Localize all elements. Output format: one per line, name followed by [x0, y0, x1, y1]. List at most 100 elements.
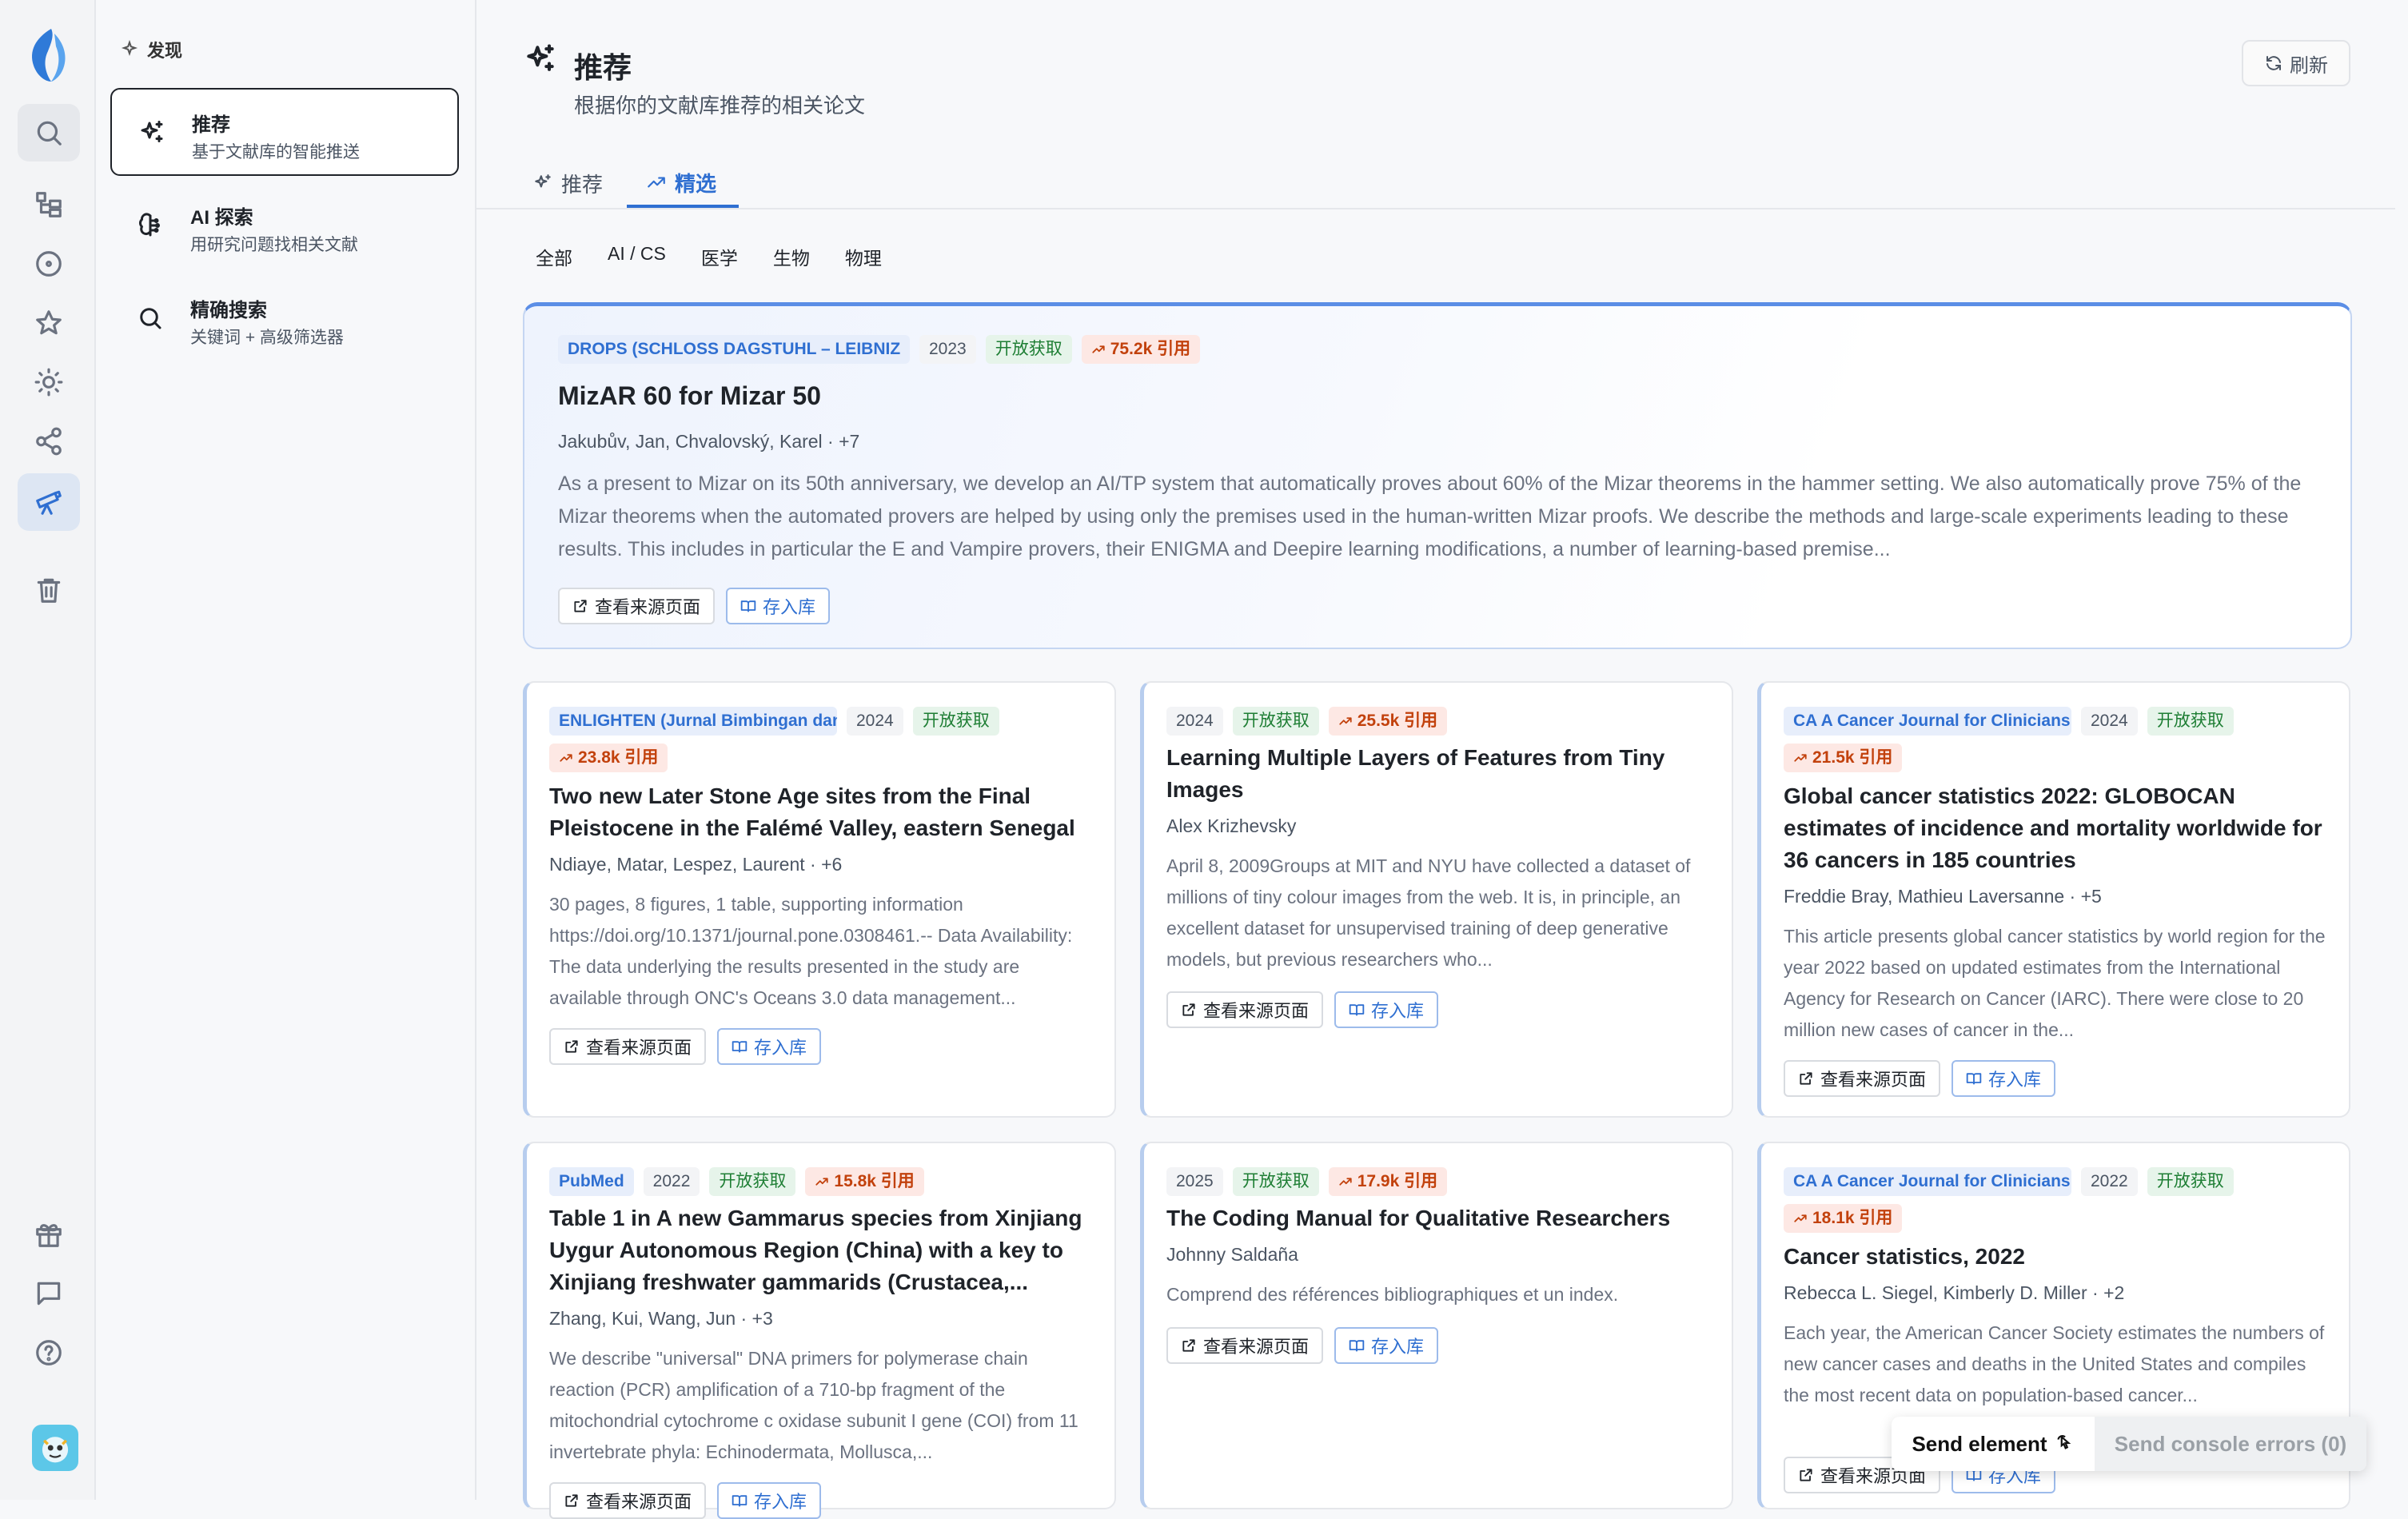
share-icon[interactable] — [18, 413, 80, 470]
citation-badge: 75.2k 引用 — [1081, 335, 1201, 364]
book-icon — [740, 600, 756, 612]
paper-card[interactable]: ENLIGHTEN (Jurnal Bimbingan dan 2024 开放获… — [523, 681, 1116, 1118]
year-badge: 2022 — [2081, 1167, 2138, 1196]
compass-icon[interactable] — [18, 235, 80, 293]
view-source-button[interactable]: 查看来源页面 — [1166, 991, 1324, 1028]
book-icon — [732, 1495, 748, 1507]
paper-authors: Johnny Saldaña — [1166, 1244, 1298, 1265]
sidebar-item-desc: 用研究问题找相关文献 — [190, 236, 358, 254]
citation-count: 18.1k 引用 — [1812, 1209, 1893, 1227]
view-source-label: 查看来源页面 — [1820, 1070, 1927, 1090]
venue-badge: ENLIGHTEN (Jurnal Bimbingan dan — [549, 707, 837, 736]
page-title: 推荐 — [574, 51, 632, 84]
tab-bar: 推荐 精选 — [476, 152, 2395, 209]
external-link-icon — [1182, 1003, 1195, 1016]
sidebar-item-desc: 基于文献库的智能推送 — [192, 143, 360, 161]
tab-recommend[interactable]: 推荐 — [532, 160, 603, 206]
open-access-badge: 开放获取 — [2147, 1167, 2234, 1196]
sidebar-item-precise-search[interactable]: 精确搜索 关键词 + 高级筛选器 — [110, 275, 459, 363]
pointer-click-icon — [2056, 1434, 2071, 1449]
external-link-icon — [1182, 1339, 1195, 1352]
save-to-library-button[interactable]: 存入库 — [717, 1482, 822, 1519]
icon-rail — [0, 0, 96, 1500]
trending-up-icon — [1794, 754, 1807, 762]
filter-biology[interactable]: 生物 — [773, 243, 810, 270]
main-content: 推荐 根据你的文献库推荐的相关论文 刷新 推荐 精选 全部 AI / CS 医学… — [476, 0, 2395, 1519]
sun-icon[interactable] — [18, 353, 80, 411]
brain-icon — [136, 211, 165, 240]
sparkle-icon — [523, 42, 558, 77]
filter-medicine[interactable]: 医学 — [701, 243, 738, 270]
venue-badge: CA A Cancer Journal for Clinicians — [1784, 1167, 2071, 1196]
view-source-label: 查看来源页面 — [1203, 1337, 1310, 1357]
sidebar-item-recommend[interactable]: 推荐 基于文献库的智能推送 — [110, 88, 459, 176]
filter-all[interactable]: 全部 — [536, 243, 572, 270]
send-element-button[interactable]: Send element — [1892, 1432, 2095, 1457]
view-source-button[interactable]: 查看来源页面 — [1166, 1327, 1324, 1364]
view-source-label: 查看来源页面 — [586, 1038, 692, 1058]
save-to-library-button[interactable]: 存入库 — [1952, 1060, 2056, 1097]
trash-icon[interactable] — [18, 561, 80, 619]
paper-title[interactable]: Two new Later Stone Age sites from the F… — [549, 780, 1093, 844]
gift-icon[interactable] — [18, 1206, 80, 1263]
paper-title[interactable]: Learning Multiple Layers of Features fro… — [1166, 742, 1710, 806]
star-icon[interactable] — [18, 294, 80, 352]
year-badge: 2024 — [2081, 707, 2138, 736]
citation-badge: 17.9k 引用 — [1328, 1167, 1448, 1196]
paper-card[interactable]: 2025 开放获取 17.9k 引用 The Coding Manual for… — [1140, 1142, 1733, 1509]
filter-physics[interactable]: 物理 — [845, 243, 882, 270]
citation-count: 17.9k 引用 — [1357, 1172, 1438, 1190]
view-source-button[interactable]: 查看来源页面 — [549, 1482, 707, 1519]
paper-title[interactable]: The Coding Manual for Qualitative Resear… — [1166, 1202, 1710, 1234]
save-label: 存入库 — [763, 597, 816, 617]
save-to-library-button[interactable]: 存入库 — [1334, 991, 1439, 1028]
citation-badge: 21.5k 引用 — [1784, 744, 1903, 772]
featured-paper-card[interactable]: DROPS (SCHLOSS DAGSTUHL – LEIBNIZ 2023 开… — [523, 302, 2352, 649]
paper-card[interactable]: CA A Cancer Journal for Clinicians 2024 … — [1757, 681, 2350, 1118]
save-label: 存入库 — [754, 1492, 807, 1512]
book-icon — [1966, 1073, 1982, 1085]
tab-featured[interactable]: 精选 — [627, 160, 740, 208]
library-tree-icon[interactable] — [18, 176, 80, 233]
paper-abstract: Comprend des références bibliographiques… — [1166, 1284, 1619, 1305]
paper-card[interactable]: 2024 开放获取 25.5k 引用 Learning Multiple Lay… — [1140, 681, 1733, 1118]
dev-tools-overlay: Send element Send console errors (0) — [1892, 1417, 2366, 1471]
sparkle-icon — [535, 174, 551, 188]
refresh-icon — [2266, 56, 2281, 70]
paper-title[interactable]: MizAR 60 for Mizar 50 — [558, 380, 2317, 412]
sidebar-item-ai-explore[interactable]: AI 探索 用研究问题找相关文献 — [110, 182, 459, 270]
view-source-label: 查看来源页面 — [1203, 1001, 1310, 1021]
paper-authors: Alex Krizhevsky — [1166, 815, 1297, 836]
view-source-label: 查看来源页面 — [595, 597, 701, 617]
save-to-library-button[interactable]: 存入库 — [1334, 1327, 1439, 1364]
paper-abstract: April 8, 2009Groups at MIT and NYU have … — [1166, 855, 1691, 970]
telescope-icon[interactable] — [18, 473, 80, 531]
view-source-button[interactable]: 查看来源页面 — [549, 1028, 707, 1065]
chat-icon[interactable] — [18, 1265, 80, 1322]
open-access-badge: 开放获取 — [985, 335, 1072, 364]
refresh-button[interactable]: 刷新 — [2242, 40, 2350, 86]
avatar[interactable] — [32, 1425, 78, 1471]
send-element-label: Send element — [1912, 1431, 2047, 1456]
filter-ai-cs[interactable]: AI / CS — [608, 243, 666, 270]
save-to-library-button[interactable]: 存入库 — [717, 1028, 822, 1065]
paper-card[interactable]: PubMed 2022 开放获取 15.8k 引用 Table 1 in A n… — [523, 1142, 1116, 1519]
help-icon[interactable] — [18, 1324, 80, 1381]
book-icon — [1349, 1004, 1365, 1016]
paper-abstract: 30 pages, 8 figures, 1 table, supporting… — [549, 894, 1073, 1008]
search-icon[interactable] — [18, 104, 80, 161]
app-logo-icon[interactable] — [27, 27, 70, 83]
send-console-errors-button[interactable]: Send console errors (0) — [2095, 1417, 2366, 1471]
open-access-badge: 开放获取 — [2147, 707, 2234, 736]
citation-count: 15.8k 引用 — [834, 1172, 915, 1190]
paper-title[interactable]: Table 1 in A new Gammarus species from X… — [549, 1202, 1093, 1298]
save-to-library-button[interactable]: 存入库 — [726, 588, 831, 624]
view-source-button[interactable]: 查看来源页面 — [1784, 1060, 1941, 1097]
citation-count: 25.5k 引用 — [1357, 712, 1438, 730]
paper-title[interactable]: Global cancer statistics 2022: GLOBOCAN … — [1784, 780, 2327, 876]
paper-title[interactable]: Cancer statistics, 2022 — [1784, 1241, 2327, 1273]
external-link-icon — [565, 1040, 578, 1053]
view-source-button[interactable]: 查看来源页面 — [558, 588, 716, 624]
save-label: 存入库 — [1371, 1337, 1425, 1357]
sidebar-item-title: 推荐 — [192, 114, 230, 136]
